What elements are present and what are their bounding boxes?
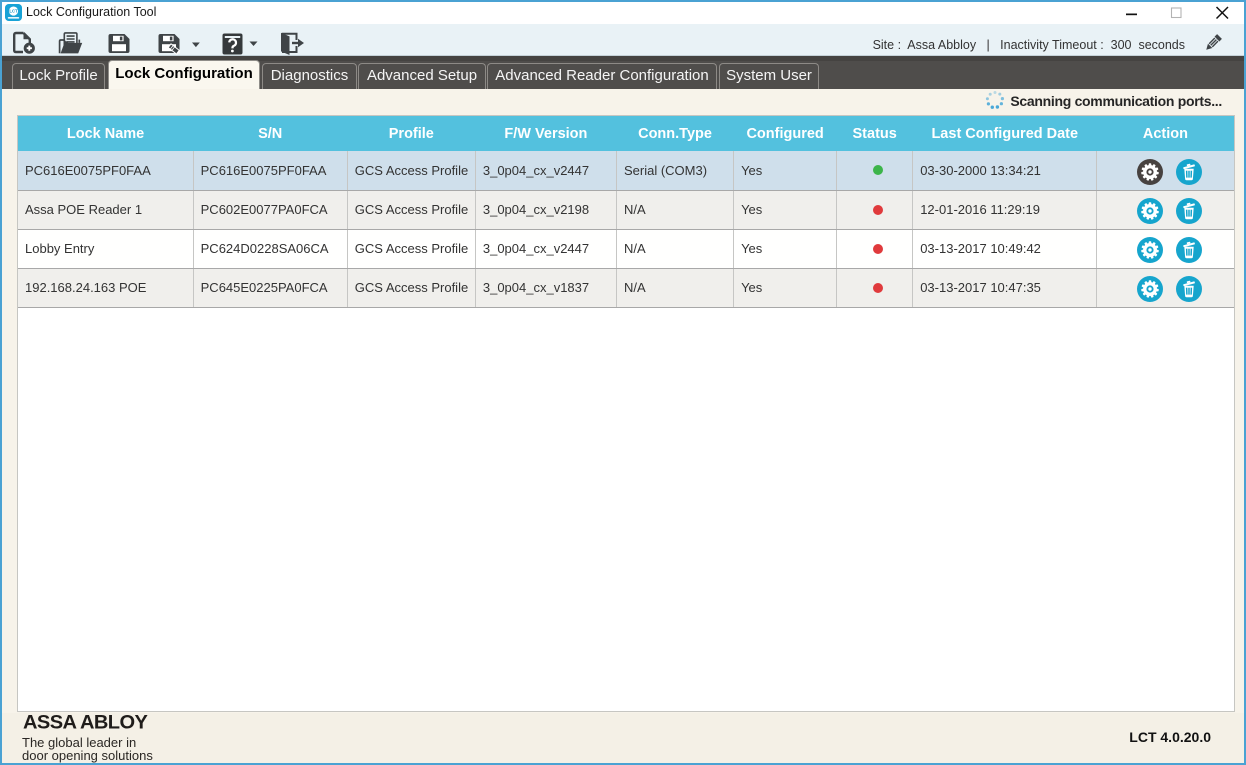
svg-text:LCT: LCT bbox=[9, 8, 18, 13]
